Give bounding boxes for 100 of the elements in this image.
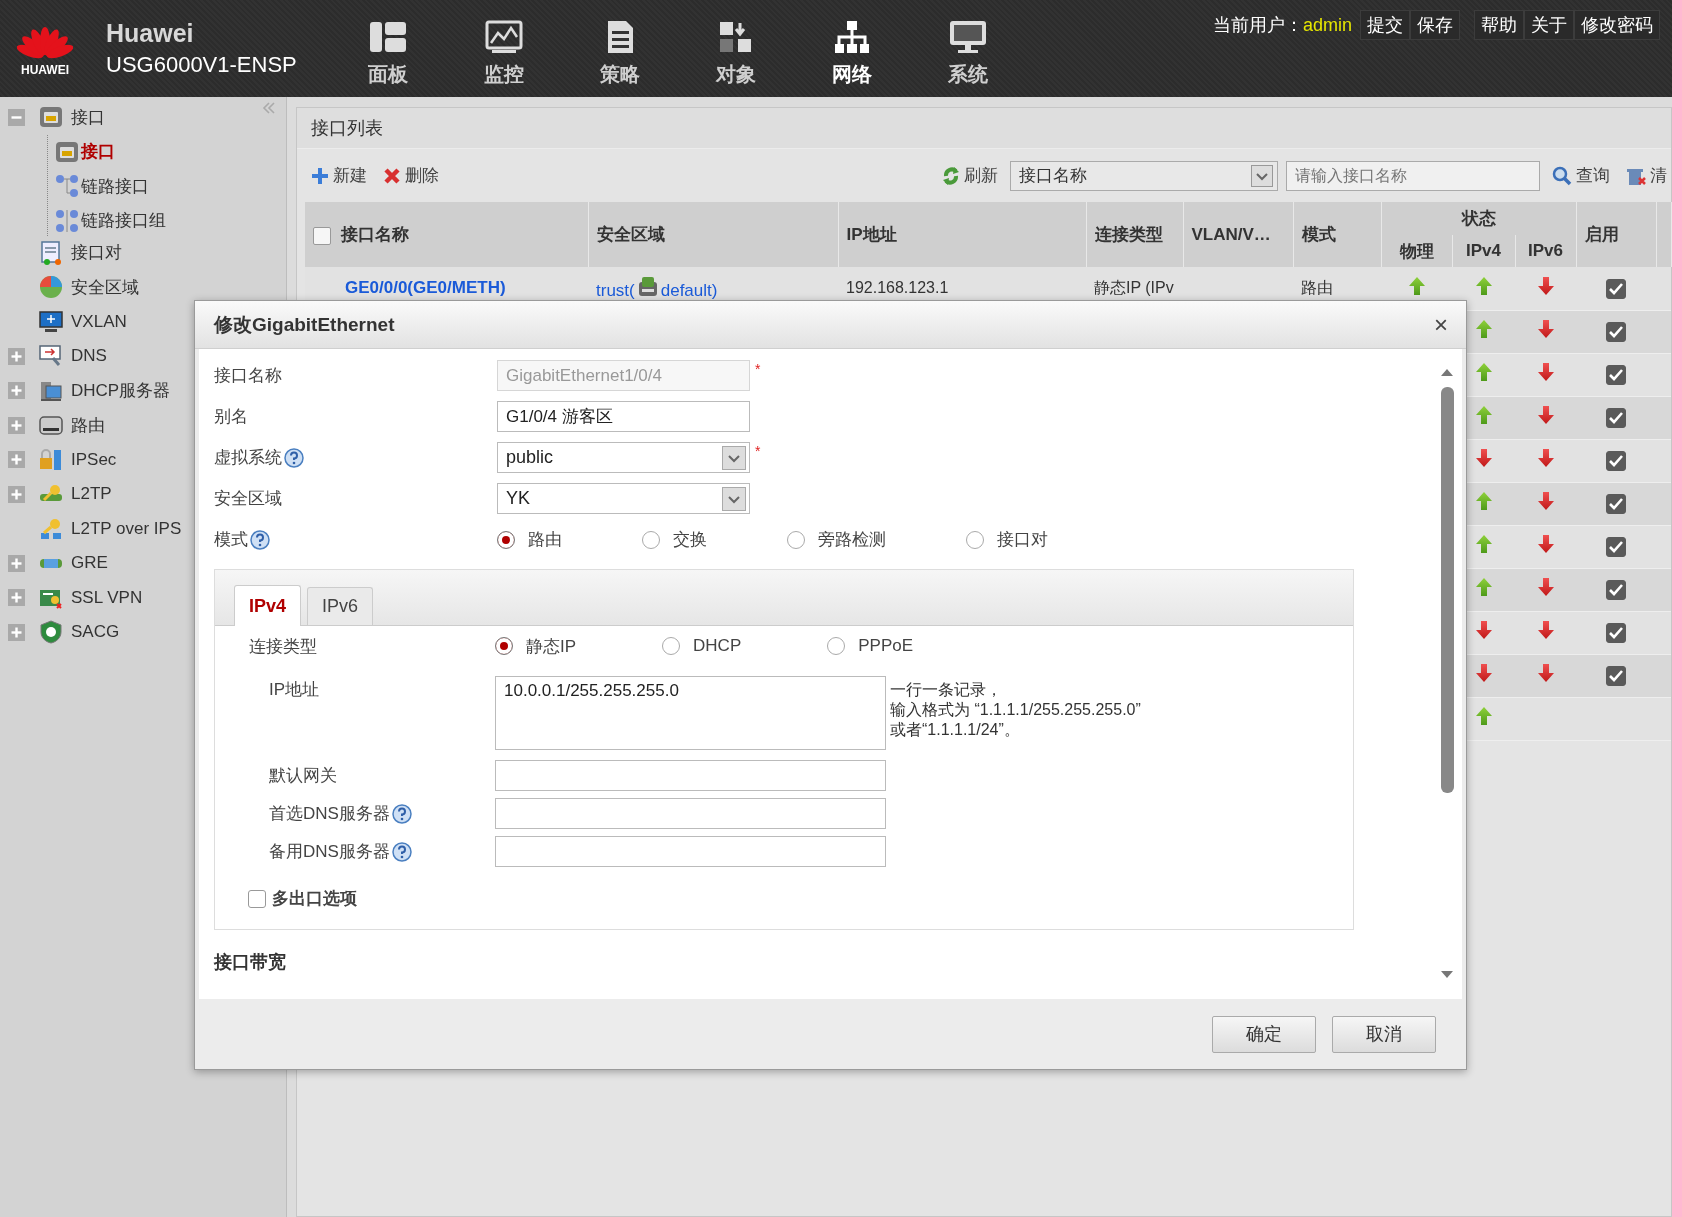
checkbox[interactable] <box>1606 622 1626 643</box>
column-header[interactable]: 接口名称 <box>341 225 409 244</box>
checkbox[interactable] <box>1606 536 1626 557</box>
nav-tab[interactable]: 对象 <box>678 0 794 97</box>
checkbox[interactable] <box>1606 665 1626 686</box>
user-label: 当前用户： <box>1212 14 1303 37</box>
column-header[interactable]: 启用 <box>1584 225 1619 244</box>
expand-toggle[interactable] <box>8 554 25 572</box>
expand-toggle[interactable] <box>8 451 25 469</box>
drive-icon <box>39 413 63 438</box>
tree-item[interactable]: SACG <box>71 622 120 643</box>
dashboard-icon <box>368 19 408 55</box>
refresh-button[interactable]: 刷新 <box>938 164 1002 187</box>
nav-tab[interactable]: 监控 <box>446 0 562 97</box>
text-area[interactable]: 10.0.0.1/255.255.255.0 <box>495 676 886 750</box>
column-header[interactable]: 模式 <box>1301 225 1336 244</box>
column-header[interactable]: IP地址 <box>846 225 897 244</box>
input-field[interactable] <box>495 760 886 791</box>
zone-link[interactable]: trust( <box>596 280 635 300</box>
table-cell: 192.168.123.1 <box>846 279 949 297</box>
checkbox[interactable] <box>1606 407 1626 428</box>
radio-button[interactable]: 交换 <box>642 528 707 551</box>
tree-item[interactable]: GRE <box>71 553 108 574</box>
checkbox[interactable]: 多出口选项 <box>248 887 357 910</box>
checkbox[interactable] <box>1606 278 1626 299</box>
nav-tab[interactable]: 面板 <box>330 0 446 97</box>
radio-button[interactable]: DHCP <box>662 636 742 656</box>
nav-tab[interactable]: 网络 <box>794 0 910 97</box>
radio-button[interactable]: 旁路检测 <box>787 528 886 551</box>
expand-toggle[interactable] <box>8 347 25 365</box>
dialog-button[interactable]: 取消 <box>1332 1015 1436 1053</box>
expand-toggle[interactable] <box>8 589 25 607</box>
tree-item[interactable]: VXLAN <box>71 311 127 332</box>
expand-toggle[interactable] <box>8 382 25 400</box>
radio-button[interactable]: 静态IP <box>495 634 577 658</box>
tree-item[interactable]: 安全区域 <box>71 275 139 299</box>
search-icon <box>1552 165 1572 186</box>
column-header[interactable]: 状态 <box>1461 209 1496 228</box>
tree-item[interactable]: 接口 <box>81 140 115 164</box>
search-field[interactable]: 请输入接口名称 <box>1286 160 1540 191</box>
nav-tab[interactable]: 策略 <box>562 0 678 97</box>
checkbox[interactable] <box>1606 493 1626 514</box>
lock-icon <box>39 447 63 472</box>
required-mark: * <box>755 361 761 377</box>
radio-button[interactable]: 路由 <box>497 528 562 551</box>
filter-dropdown[interactable]: 接口名称 <box>1010 160 1278 191</box>
caret-icon <box>722 486 746 511</box>
header-link[interactable]: 关于 <box>1524 10 1574 40</box>
checkbox[interactable] <box>1606 450 1626 471</box>
logo-icon <box>17 24 73 59</box>
expand-toggle[interactable] <box>8 108 25 126</box>
radio-button[interactable]: 接口对 <box>966 528 1048 551</box>
nav-tab[interactable]: 系统 <box>910 0 1026 97</box>
input-field[interactable] <box>495 798 886 829</box>
search-button[interactable]: 查询 <box>1548 164 1614 187</box>
checkbox[interactable] <box>313 226 331 245</box>
header-link[interactable]: 帮助 <box>1474 10 1524 40</box>
dialog-button[interactable]: 确定 <box>1212 1015 1316 1053</box>
expand-toggle[interactable] <box>8 623 25 641</box>
tree-item[interactable]: 链路接口组 <box>81 209 166 233</box>
tree-item[interactable]: SSL VPN <box>71 587 143 608</box>
field-label: 别名 <box>214 406 248 428</box>
clear-button[interactable]: 清 <box>1622 164 1671 187</box>
dropdown[interactable]: public <box>497 442 750 473</box>
tree-item[interactable]: L2TP <box>71 484 112 505</box>
input-field[interactable] <box>495 836 886 867</box>
delete-button[interactable]: 删除 <box>379 164 443 187</box>
tree-item[interactable]: DNS <box>71 346 107 367</box>
field-label: 连接类型 <box>249 635 317 658</box>
header-button[interactable]: 提交 <box>1360 10 1410 40</box>
field-label: 备用DNS服务器 <box>269 841 390 863</box>
checkbox[interactable] <box>1606 321 1626 342</box>
interface-link[interactable]: GE0/0/0(GE0/METH) <box>345 278 506 298</box>
header-link[interactable]: 修改密码 <box>1574 10 1660 40</box>
checkbox[interactable] <box>1606 579 1626 600</box>
tree-item[interactable]: L2TP over IPS <box>71 518 182 539</box>
tree-item[interactable]: 链路接口 <box>81 174 149 198</box>
network-icon <box>832 19 872 55</box>
port-icon <box>55 139 79 164</box>
expand-toggle[interactable] <box>8 416 25 434</box>
tree-item[interactable]: DHCP服务器 <box>71 379 171 403</box>
close-button[interactable]: × <box>1430 310 1452 339</box>
header-button[interactable]: 保存 <box>1410 10 1460 40</box>
checkbox[interactable] <box>1606 364 1626 385</box>
tree-item[interactable]: 路由 <box>71 413 105 437</box>
tab[interactable]: IPv6 <box>307 587 374 625</box>
tree-item[interactable]: 接口对 <box>71 241 122 265</box>
field-label: 默认网关 <box>269 765 337 787</box>
input-field[interactable]: G1/0/4 游客区 <box>497 401 750 432</box>
add-button[interactable]: 新建 <box>307 164 371 187</box>
tree-item[interactable]: IPSec <box>71 449 117 470</box>
expand-toggle[interactable] <box>8 485 25 503</box>
dropdown[interactable]: YK <box>497 483 750 514</box>
column-header[interactable]: 安全区域 <box>596 225 665 244</box>
radio-button[interactable]: PPPoE <box>827 636 914 656</box>
dialog-title: 修改GigabitEthernet <box>214 312 395 337</box>
document-icon <box>39 240 63 265</box>
vsys-link[interactable]: default) <box>660 280 718 300</box>
tab[interactable]: IPv4 <box>234 585 302 626</box>
tree-item[interactable]: 接口 <box>71 105 105 129</box>
